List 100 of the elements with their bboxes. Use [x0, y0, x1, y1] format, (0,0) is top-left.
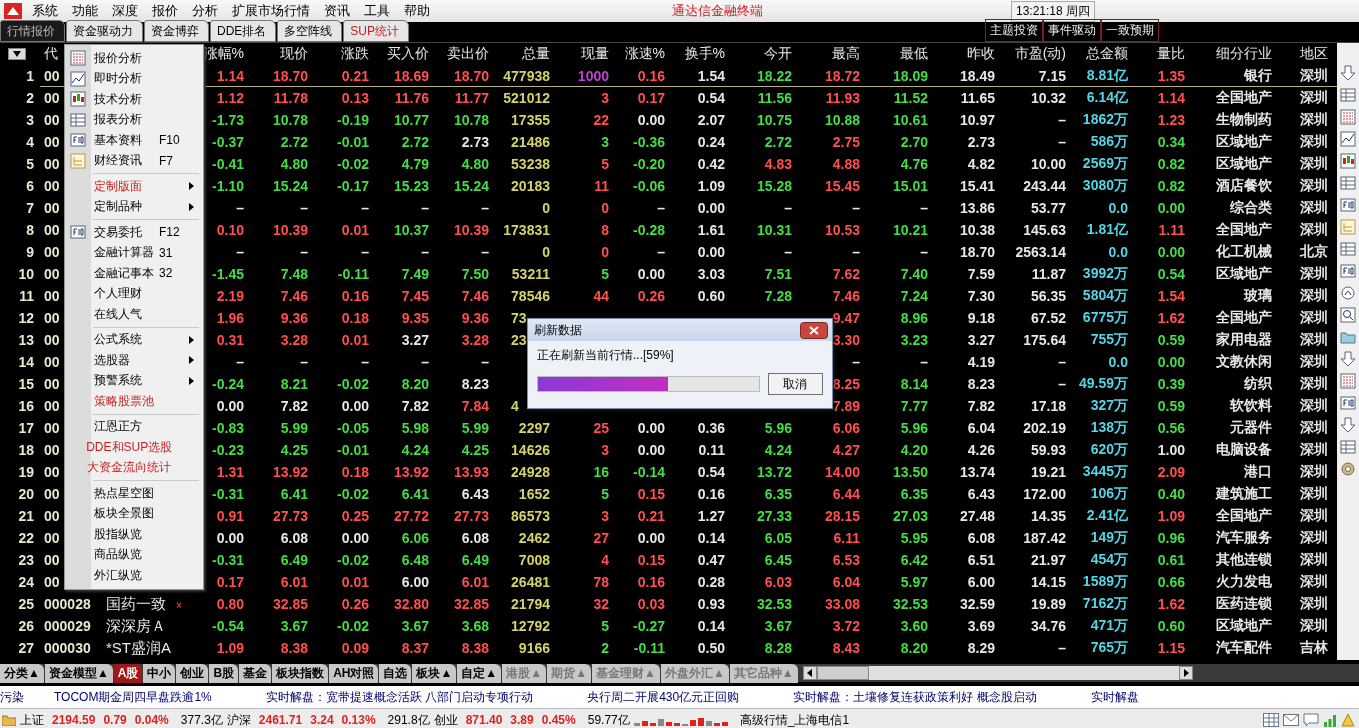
- tab[interactable]: 基金: [239, 663, 272, 683]
- scroll-left-icon[interactable]: [802, 666, 817, 680]
- key-label-icon[interactable]: [1340, 395, 1356, 411]
- column-header[interactable]: 市盈(动): [995, 45, 1066, 63]
- news-headline[interactable]: 实时解盘：土壤修复连获政策利好 概念股启动: [793, 688, 1037, 706]
- column-header[interactable]: 细分行业: [1185, 45, 1272, 63]
- column-header[interactable]: 现价: [244, 45, 308, 63]
- news-headline[interactable]: 实时解盘: [1090, 688, 1139, 706]
- menu-item[interactable]: 外汇纵览: [65, 565, 203, 586]
- key-label-icon[interactable]: [1340, 197, 1356, 213]
- menu-item[interactable]: 工具: [364, 2, 390, 20]
- menu-item[interactable]: 板块全景图: [65, 503, 203, 524]
- mail-icon[interactable]: [1283, 714, 1299, 726]
- tab[interactable]: 自选: [379, 663, 412, 683]
- scrollbar[interactable]: [802, 666, 1193, 680]
- column-header[interactable]: 卖出价: [429, 45, 489, 63]
- tab-button[interactable]: 主题投资: [985, 19, 1043, 42]
- arrow-down-icon[interactable]: [1340, 351, 1356, 367]
- tab-button[interactable]: 一致预期: [1101, 19, 1159, 42]
- cancel-button[interactable]: 取消: [767, 373, 823, 395]
- key-label-icon[interactable]: [1340, 263, 1356, 279]
- menu-item[interactable]: 即时分析: [65, 68, 203, 89]
- column-header[interactable]: 买入价: [369, 45, 429, 63]
- column-header[interactable]: 总量: [489, 45, 550, 63]
- menu-item[interactable]: 分析: [192, 2, 218, 20]
- column-header[interactable]: 最低: [860, 45, 928, 63]
- menu-item[interactable]: 报表分析: [65, 109, 203, 130]
- tab[interactable]: DDE排名: [210, 20, 277, 42]
- column-header[interactable]: 涨跌: [308, 45, 369, 63]
- menu-item[interactable]: 股指纵览: [65, 524, 203, 545]
- menu-item[interactable]: DDE和SUP选股: [65, 437, 203, 458]
- column-header[interactable]: 总金额: [1066, 45, 1128, 63]
- menu-item[interactable]: 策略股票池: [65, 391, 203, 412]
- menu-item[interactable]: 热点星空图: [65, 483, 203, 504]
- news-headline[interactable]: 污染: [0, 688, 24, 706]
- close-icon[interactable]: [800, 321, 828, 339]
- menu-item[interactable]: 技术分析: [65, 89, 203, 110]
- tab[interactable]: 创业: [176, 663, 209, 683]
- circle-icon[interactable]: [1340, 285, 1356, 301]
- tab-button[interactable]: 事件驱动: [1043, 19, 1101, 42]
- column-header[interactable]: 现量: [550, 45, 609, 63]
- table-icon[interactable]: [1340, 175, 1356, 191]
- arrow-down-icon[interactable]: [1340, 65, 1356, 81]
- menu-item[interactable]: 在线人气: [65, 304, 203, 325]
- menu-item[interactable]: 资讯: [324, 2, 350, 20]
- menu-item[interactable]: 预警系统: [65, 370, 203, 391]
- grid-icon[interactable]: [1340, 109, 1356, 125]
- menu-item[interactable]: 大资金流向统计: [65, 457, 203, 478]
- menu-item[interactable]: 系统: [32, 2, 58, 20]
- news-headline[interactable]: 央行周二开展430亿元正回购: [587, 688, 740, 706]
- news-headline[interactable]: TOCOM期金周四早盘跌逾1%: [54, 688, 212, 706]
- menu-item[interactable]: 扩展市场行情: [232, 2, 310, 20]
- tab[interactable]: 中小: [143, 663, 176, 683]
- menu-item[interactable]: 公式系统: [65, 329, 203, 350]
- tab[interactable]: 多空阵线: [277, 20, 343, 42]
- column-header[interactable]: 今开: [725, 45, 792, 63]
- tab[interactable]: SUP统计: [343, 20, 410, 42]
- tab[interactable]: 资金模型▲: [44, 663, 113, 683]
- menu-item[interactable]: 金融计算器 31: [65, 242, 203, 263]
- settings-icon[interactable]: [1340, 461, 1356, 477]
- search-icon[interactable]: [1340, 307, 1356, 323]
- tab[interactable]: A股: [113, 663, 143, 683]
- menu-item[interactable]: 定制品种: [65, 196, 203, 217]
- column-header[interactable]: 涨幅%: [202, 45, 244, 63]
- column-header[interactable]: 换手%: [665, 45, 725, 63]
- chat-icon[interactable]: [1303, 713, 1319, 727]
- menu-item[interactable]: 定制版面: [65, 176, 203, 197]
- table-icon[interactable]: [1340, 87, 1356, 103]
- scroll-right-icon[interactable]: [1178, 666, 1193, 680]
- tab[interactable]: 分类▲: [0, 663, 44, 683]
- menu-item[interactable]: 个人理财: [65, 283, 203, 304]
- menu-item[interactable]: 帮助: [404, 2, 430, 20]
- menu-item[interactable]: 商品纵览: [65, 544, 203, 565]
- grid-icon[interactable]: [1263, 713, 1279, 727]
- table-icon[interactable]: [1340, 439, 1356, 455]
- warning-icon[interactable]: [1341, 713, 1355, 727]
- menu-item[interactable]: 选股器: [65, 350, 203, 371]
- menu-item[interactable]: 深度: [112, 2, 138, 20]
- news-headline[interactable]: 实时解盘：宽带提速概念活跃 八部门启动专项行动: [265, 688, 534, 706]
- column-header[interactable]: 地区: [1272, 45, 1328, 63]
- tab[interactable]: 资金驱动力: [66, 20, 143, 42]
- tab[interactable]: 资金博弈: [144, 20, 209, 42]
- column-header[interactable]: 量比: [1128, 45, 1185, 63]
- candlestick-icon[interactable]: [1340, 153, 1356, 169]
- folder-icon[interactable]: [2, 714, 16, 726]
- folder-icon[interactable]: [1340, 329, 1356, 345]
- tab[interactable]: 板块▲: [412, 663, 457, 683]
- menu-item[interactable]: 报价分析: [65, 48, 203, 69]
- tab[interactable]: AH对照: [329, 663, 379, 683]
- grid-icon[interactable]: [1340, 373, 1356, 389]
- line-chart-icon[interactable]: [1340, 131, 1356, 147]
- tab[interactable]: 行情报价: [0, 20, 65, 42]
- tab[interactable]: 板块指数: [272, 663, 329, 683]
- signal-icon[interactable]: [1323, 713, 1337, 727]
- menu-item[interactable]: 财经资讯 F7: [65, 150, 203, 171]
- scroll-thumb[interactable]: [816, 666, 869, 680]
- column-header[interactable]: 昨收: [928, 45, 995, 63]
- menu-item[interactable]: 功能: [72, 2, 98, 20]
- logo-icon[interactable]: [4, 3, 22, 19]
- menu-item[interactable]: 报价: [152, 2, 178, 20]
